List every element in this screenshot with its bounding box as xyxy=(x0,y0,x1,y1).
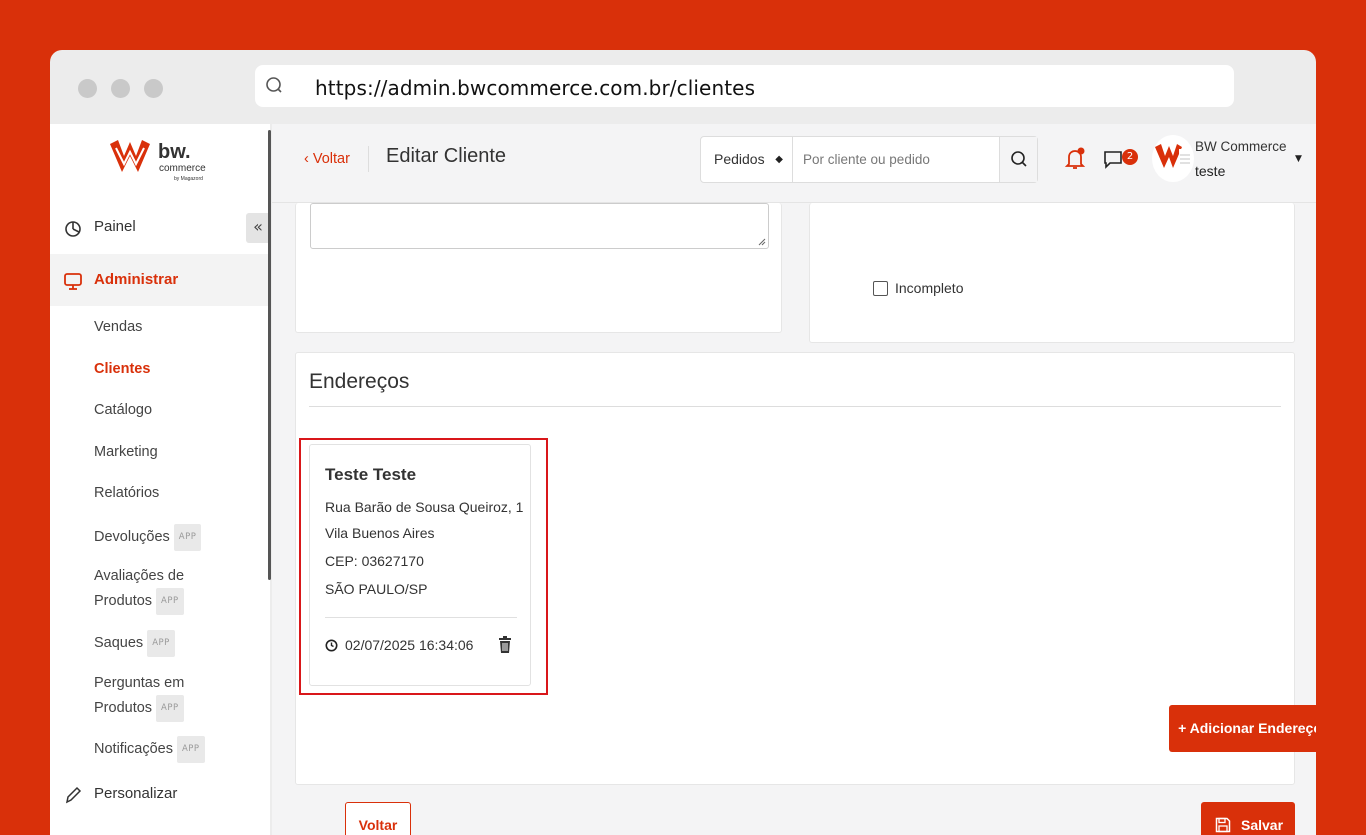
browser-window: https://admin.bwcommerce.com.br/clientes… xyxy=(50,50,1316,835)
sidebar-scrollbar[interactable] xyxy=(268,130,271,580)
search-group: Pedidos ◆ xyxy=(700,136,1038,183)
card-divider xyxy=(325,617,517,618)
user-name[interactable]: BW Commerce xyxy=(1195,139,1287,154)
search-input[interactable] xyxy=(793,137,999,182)
sidebar-label-administrar: Administrar xyxy=(94,271,179,288)
page-title: Editar Cliente xyxy=(386,145,507,167)
sidebar-item-catalogo[interactable]: Catálogo xyxy=(94,399,152,422)
search-type-select[interactable]: Pedidos ◆ xyxy=(701,137,793,182)
sidebar-label: Marketing xyxy=(94,444,158,460)
save-button-label: Salvar xyxy=(1241,817,1284,833)
app-badge: APP xyxy=(173,524,202,551)
sidebar: bw. commerce by Magazord « Painel Admini… xyxy=(50,124,270,835)
pencil-icon xyxy=(65,786,82,804)
address-datetime: 02/07/2025 16:34:06 xyxy=(345,637,474,653)
address-cep: CEP: 03627170 xyxy=(325,553,424,569)
svg-text:by Magazord: by Magazord xyxy=(174,176,203,182)
address-city: SÃO PAULO/SP xyxy=(325,581,428,597)
back-button[interactable]: Voltar xyxy=(345,802,411,835)
sidebar-label: Catálogo xyxy=(94,402,153,418)
status-card xyxy=(809,203,1295,343)
svg-text:bw.: bw. xyxy=(158,141,191,163)
resize-handle-icon[interactable] xyxy=(758,238,766,246)
app-badge: APP xyxy=(156,695,184,722)
search-button[interactable] xyxy=(999,137,1037,182)
sidebar-label: Vendas xyxy=(94,319,143,335)
pie-chart-icon xyxy=(65,221,81,237)
sidebar-item-saques[interactable]: Saques APP xyxy=(94,630,175,657)
chat-count-badge: 2 xyxy=(1122,149,1138,165)
back-link-label: Voltar xyxy=(312,151,350,167)
plus-icon: + xyxy=(1178,720,1187,736)
header: ‹ Voltar Editar Cliente Pedidos ◆ Por cl… xyxy=(272,124,1316,203)
window-controls xyxy=(78,79,163,98)
bw-commerce-logo[interactable]: bw. commerce by Magazord xyxy=(108,134,218,184)
save-button[interactable]: Salvar xyxy=(1201,802,1295,835)
sidebar-label: Relatórios xyxy=(94,485,160,501)
sidebar-item-personalizar[interactable]: Personalizar xyxy=(50,783,270,807)
minimize-dot[interactable] xyxy=(111,79,130,98)
section-divider xyxy=(309,406,1281,407)
sidebar-label: Notificações xyxy=(94,741,173,757)
search-type-value: Pedidos xyxy=(714,151,765,167)
sidebar-label: Perguntas em xyxy=(94,675,185,691)
app-badge: APP xyxy=(156,588,184,615)
clock-icon xyxy=(325,639,338,652)
sort-caret-icon: ◆ xyxy=(775,154,783,165)
sidebar-item-perguntas[interactable]: Perguntas em Produtos APP xyxy=(94,672,184,722)
sidebar-label-painel: Painel xyxy=(94,218,136,235)
app-badge: APP xyxy=(176,736,205,763)
main-content: ‹ Voltar Editar Cliente Pedidos ◆ Por cl… xyxy=(272,124,1316,835)
sidebar-label: Avaliações de xyxy=(94,568,185,584)
add-address-label: Adicionar Endereço xyxy=(1189,720,1316,736)
sidebar-label: Produtos xyxy=(94,593,153,609)
address-bar[interactable]: https://admin.bwcommerce.com.br/clientes xyxy=(255,65,1234,107)
sidebar-label-personalizar: Personalizar xyxy=(94,785,178,802)
sidebar-item-avaliacoes[interactable]: Avaliações de Produtos APP xyxy=(94,565,184,615)
url-text[interactable]: https://admin.bwcommerce.com.br/clientes xyxy=(315,76,755,100)
sidebar-item-vendas[interactable]: Vendas xyxy=(94,316,142,339)
floppy-disk-icon xyxy=(1215,817,1231,833)
address-district: Vila Buenos Aires xyxy=(325,525,435,541)
section-title: Endereços xyxy=(309,370,410,393)
app-badge: APP xyxy=(147,630,175,657)
search-icon xyxy=(1011,151,1027,167)
sidebar-item-painel[interactable]: Painel xyxy=(50,216,270,240)
monitor-icon xyxy=(64,273,82,290)
incompleto-label[interactable]: Incompleto xyxy=(895,280,963,296)
sidebar-label: Clientes xyxy=(94,361,151,377)
notes-card xyxy=(295,203,782,333)
address-street: Rua Barão de Sousa Queiroz, 1 xyxy=(325,499,524,515)
maximize-dot[interactable] xyxy=(144,79,163,98)
back-link[interactable]: ‹ Voltar xyxy=(304,151,350,167)
notes-textarea[interactable] xyxy=(310,203,769,249)
sidebar-item-marketing[interactable]: Marketing xyxy=(94,441,158,464)
caret-down-icon[interactable]: ▼ xyxy=(1295,154,1302,164)
sidebar-label: Saques xyxy=(94,635,144,651)
sidebar-item-administrar[interactable]: Administrar xyxy=(50,254,270,306)
search-icon xyxy=(266,77,282,93)
close-dot[interactable] xyxy=(78,79,97,98)
address-card[interactable]: Teste Teste Rua Barão de Sousa Queiroz, … xyxy=(309,444,531,686)
avatar[interactable] xyxy=(1152,135,1194,182)
incompleto-checkbox[interactable] xyxy=(873,281,888,296)
sidebar-label: Produtos xyxy=(94,700,153,716)
user-store[interactable]: teste xyxy=(1195,163,1225,179)
add-address-button[interactable]: + Adicionar Endereço xyxy=(1169,705,1316,752)
svg-text:commerce: commerce xyxy=(159,163,206,174)
sidebar-item-relatorios[interactable]: Relatórios xyxy=(94,482,159,505)
sidebar-item-devolucoes[interactable]: Devoluções APP xyxy=(94,524,202,551)
trash-icon[interactable] xyxy=(498,636,512,654)
notification-bell-icon[interactable] xyxy=(1064,147,1086,171)
chevron-left-icon: ‹ xyxy=(304,151,309,167)
address-recipient: Teste Teste xyxy=(325,465,417,484)
bw-logo-icon xyxy=(1155,144,1191,169)
sidebar-item-notificacoes[interactable]: Notificações APP xyxy=(94,736,205,763)
sidebar-label: Devoluções xyxy=(94,529,170,545)
sidebar-item-clientes[interactable]: Clientes xyxy=(94,358,150,381)
divider xyxy=(368,146,369,172)
